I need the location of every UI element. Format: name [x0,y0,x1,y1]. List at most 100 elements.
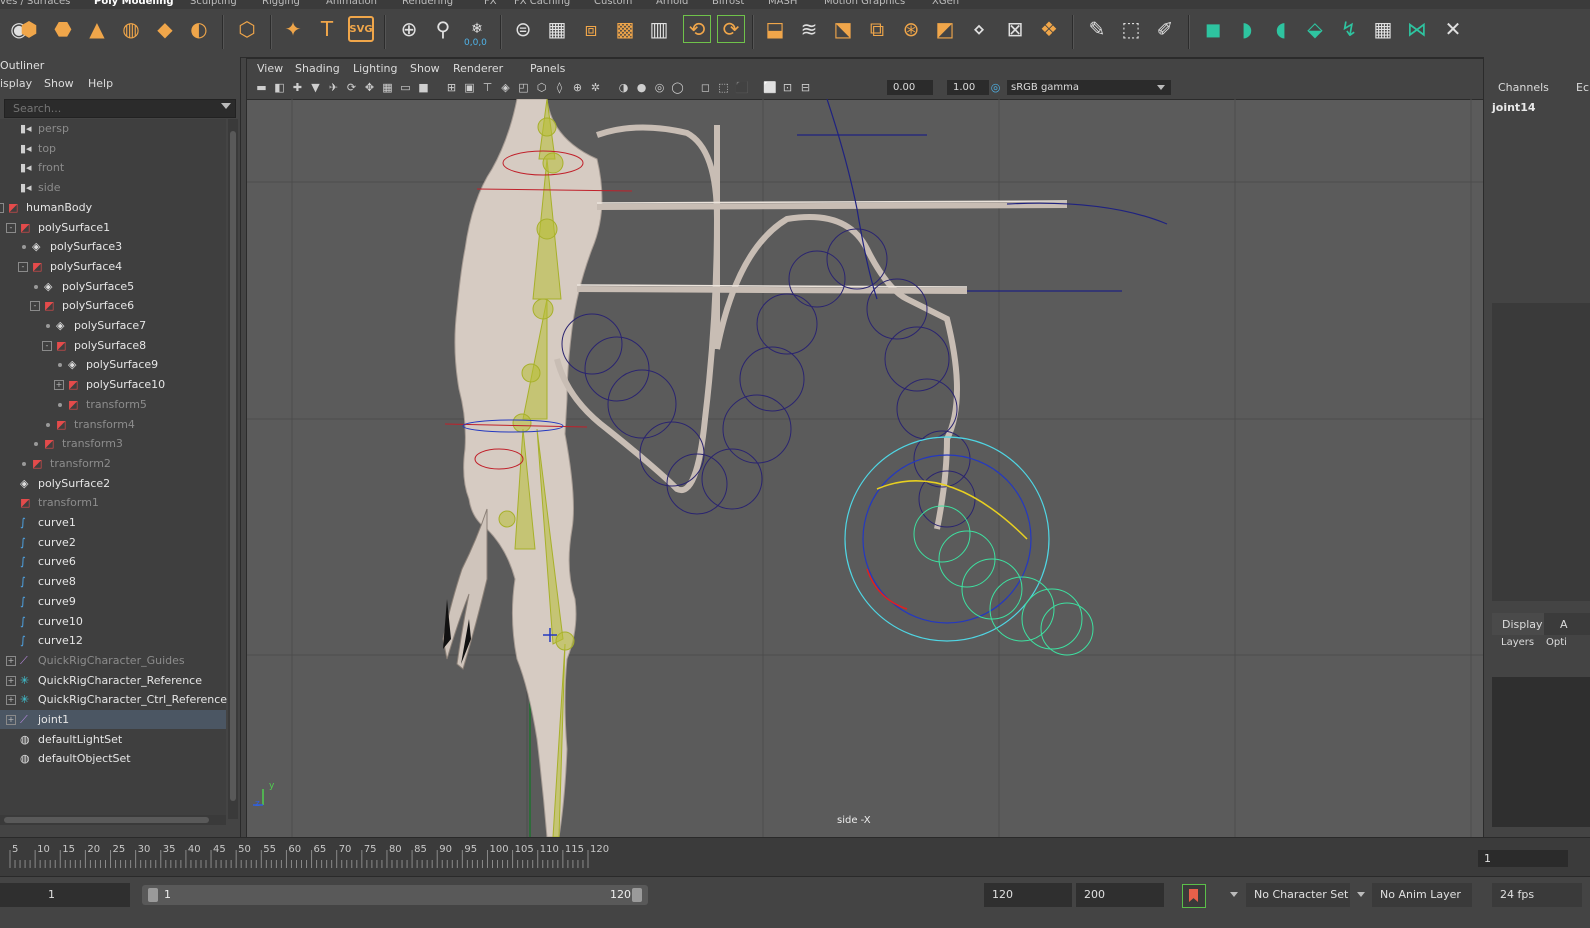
outliner-item-transform3[interactable]: ◩ transform3 [0,434,226,453]
xray-joints-icon[interactable]: ⬛ [735,81,749,94]
append-polygon-icon[interactable]: ⧉ [864,16,890,42]
auto-key-icon[interactable] [1182,884,1206,908]
collapse-icon[interactable]: - [42,340,52,351]
smooth-shade-icon[interactable]: ◰ [517,81,530,94]
viewport-menu-shading[interactable]: Shading [295,62,340,75]
range-start-handle[interactable] [148,888,158,902]
outliner-item-quickrigcharacter-reference[interactable]: + ✳ QuickRigCharacter_Reference [0,671,226,690]
sew-uv-icon[interactable]: ✕ [1440,16,1466,42]
lights-icon[interactable]: ⊕ [571,81,584,94]
outliner-item-curve1[interactable]: ∫ curve1 [0,513,226,532]
viewport-menu-show[interactable]: Show [410,62,440,75]
hud-icon[interactable]: ⊡ [781,81,794,94]
exposure-field[interactable]: 0.00 [887,80,933,95]
outliner-item-polysurface2[interactable]: ◈ polySurface2 [0,474,226,493]
outliner-item-quickrigcharacter-guides[interactable]: + ⟋ QuickRigCharacter_Guides [0,651,226,670]
viewport-menu-panels[interactable]: Panels [530,62,565,75]
depth-of-field-icon[interactable]: ◯ [671,81,684,94]
film-gate-icon[interactable]: ▭ [399,81,412,94]
collapse-icon[interactable]: - [18,261,28,272]
automatic-uv-icon[interactable]: ⬙ [1302,16,1328,42]
shadows-icon[interactable]: ✲ [589,81,602,94]
snap-pivot-icon[interactable]: ⚲ [430,16,456,42]
type-tool-icon[interactable]: T [314,16,340,42]
edge-loop-icon[interactable]: ⬚ [1118,16,1144,42]
outliner-item-persp[interactable]: ▮◂ persp [0,119,226,138]
collapse-icon[interactable]: - [6,222,16,233]
shelf-tab-xgen[interactable]: XGen [932,0,959,7]
outliner-item-polysurface9[interactable]: ◈ polySurface9 [0,355,226,374]
outliner-item-transform2[interactable]: ◩ transform2 [0,454,226,473]
outliner-item-curve8[interactable]: ∫ curve8 [0,572,226,591]
grid-icon[interactable]: ▦ [381,81,394,94]
shelf-tab-rigging[interactable]: Rigging [262,0,300,7]
expand-icon[interactable]: + [6,715,16,725]
xray-active-icon[interactable]: ⬜ [763,81,777,94]
expand-icon[interactable]: + [6,675,16,686]
poly-torus-icon[interactable]: ◍ [118,16,144,42]
cut-uv-icon[interactable]: ⋈ [1404,16,1430,42]
camera-icon[interactable]: ▬ [255,81,268,94]
layers-menu[interactable]: Layers [1501,637,1534,648]
viewport-menu-lighting[interactable]: Lighting [353,62,397,75]
textured-icon[interactable]: ◊ [553,81,566,94]
outliner-search[interactable] [4,99,236,118]
multi-cut-icon[interactable]: ✎ [1084,16,1110,42]
safe-title-icon[interactable]: ⊟ [799,81,812,94]
outliner-item-polysurface3[interactable]: ◈ polySurface3 [0,237,226,256]
merge-icon[interactable]: ⋄ [966,16,992,42]
shelf-tab-mash[interactable]: MASH [768,0,797,7]
outliner-item-front[interactable]: ▮◂ front [0,158,226,177]
motion-blur-icon[interactable]: ● [635,81,648,94]
shelf-tab-sculpting[interactable]: Sculpting [190,0,237,7]
bridge-icon[interactable]: ≋ [796,16,822,42]
track-icon[interactable]: ✈ [327,81,340,94]
outliner-horizontal-scrollbar[interactable] [0,815,226,825]
xray-icon[interactable]: ⬚ [717,81,730,94]
camera-attr-icon[interactable]: ▼ [309,81,322,94]
chevron-down-icon[interactable] [221,103,231,109]
default-material-icon[interactable]: ⬡ [535,81,548,94]
poly-plane-icon[interactable]: ◆ [152,16,178,42]
field-chart-icon[interactable]: ▣ [463,81,476,94]
extract-icon[interactable]: ⧈ [578,16,604,42]
outliner-item-side[interactable]: ▮◂ side [0,178,226,197]
outliner-item-transform4[interactable]: ◩ transform4 [0,415,226,434]
outliner-menu-show[interactable]: Show [44,77,74,90]
safe-action-icon[interactable]: ⊤ [481,81,494,94]
poly-cylinder-icon[interactable]: ⬣ [50,16,76,42]
range-slider[interactable]: 1 120 [142,885,648,905]
tab-channels[interactable]: Channels [1498,81,1549,94]
platonic-solid-icon[interactable]: ⬡ [234,16,260,42]
outliner-item-transform5[interactable]: ◩ transform5 [0,395,226,414]
outliner-item-polysurface8[interactable]: - ◩ polySurface8 [0,336,226,355]
outliner-item-defaultlightset[interactable]: ◍ defaultLightSet [0,730,226,749]
poly-cube-icon[interactable]: ⬢ [16,16,42,42]
viewport-menu-renderer[interactable]: Renderer [453,62,503,75]
smooth-icon[interactable]: ▩ [612,16,638,42]
tab-display[interactable]: Display [1502,618,1543,631]
bookmark-icon[interactable]: ✚ [291,81,304,94]
shelf-tab-poly-modeling[interactable]: Poly Modeling [94,0,174,7]
anim-layer-dropdown[interactable]: No Anim Layer [1372,883,1472,907]
isolate-icon[interactable]: ◻ [699,81,712,94]
chevron-down-icon[interactable] [1230,892,1238,897]
color-space-dropdown[interactable]: sRGB gamma [1007,80,1171,95]
outliner-item-curve2[interactable]: ∫ curve2 [0,533,226,552]
outliner-item-humanbody[interactable]: -◩ humanBody [0,198,226,217]
outliner-item-polysurface4[interactable]: - ◩ polySurface4 [0,257,226,276]
range-end-handle[interactable] [632,888,642,902]
rotate-cam-icon[interactable]: ⟳ [345,81,358,94]
outliner-item-top[interactable]: ▮◂ top [0,139,226,158]
outliner-item-curve12[interactable]: ∫ curve12 [0,631,226,650]
outliner-item-polysurface1[interactable]: - ◩ polySurface1 [0,218,226,237]
super-shape-icon[interactable]: ✦ [280,16,306,42]
outliner-item-curve9[interactable]: ∫ curve9 [0,592,226,611]
tab-edit[interactable]: Ec [1576,81,1589,94]
pan-cam-icon[interactable]: ✥ [363,81,376,94]
wireframe-icon[interactable]: ◈ [499,81,512,94]
outliner-menu-display[interactable]: isplay [0,77,32,90]
animation-end-field[interactable]: 200 [1076,883,1164,907]
unfold-uv-icon[interactable]: ↯ [1336,16,1362,42]
expand-icon[interactable]: + [6,695,16,706]
